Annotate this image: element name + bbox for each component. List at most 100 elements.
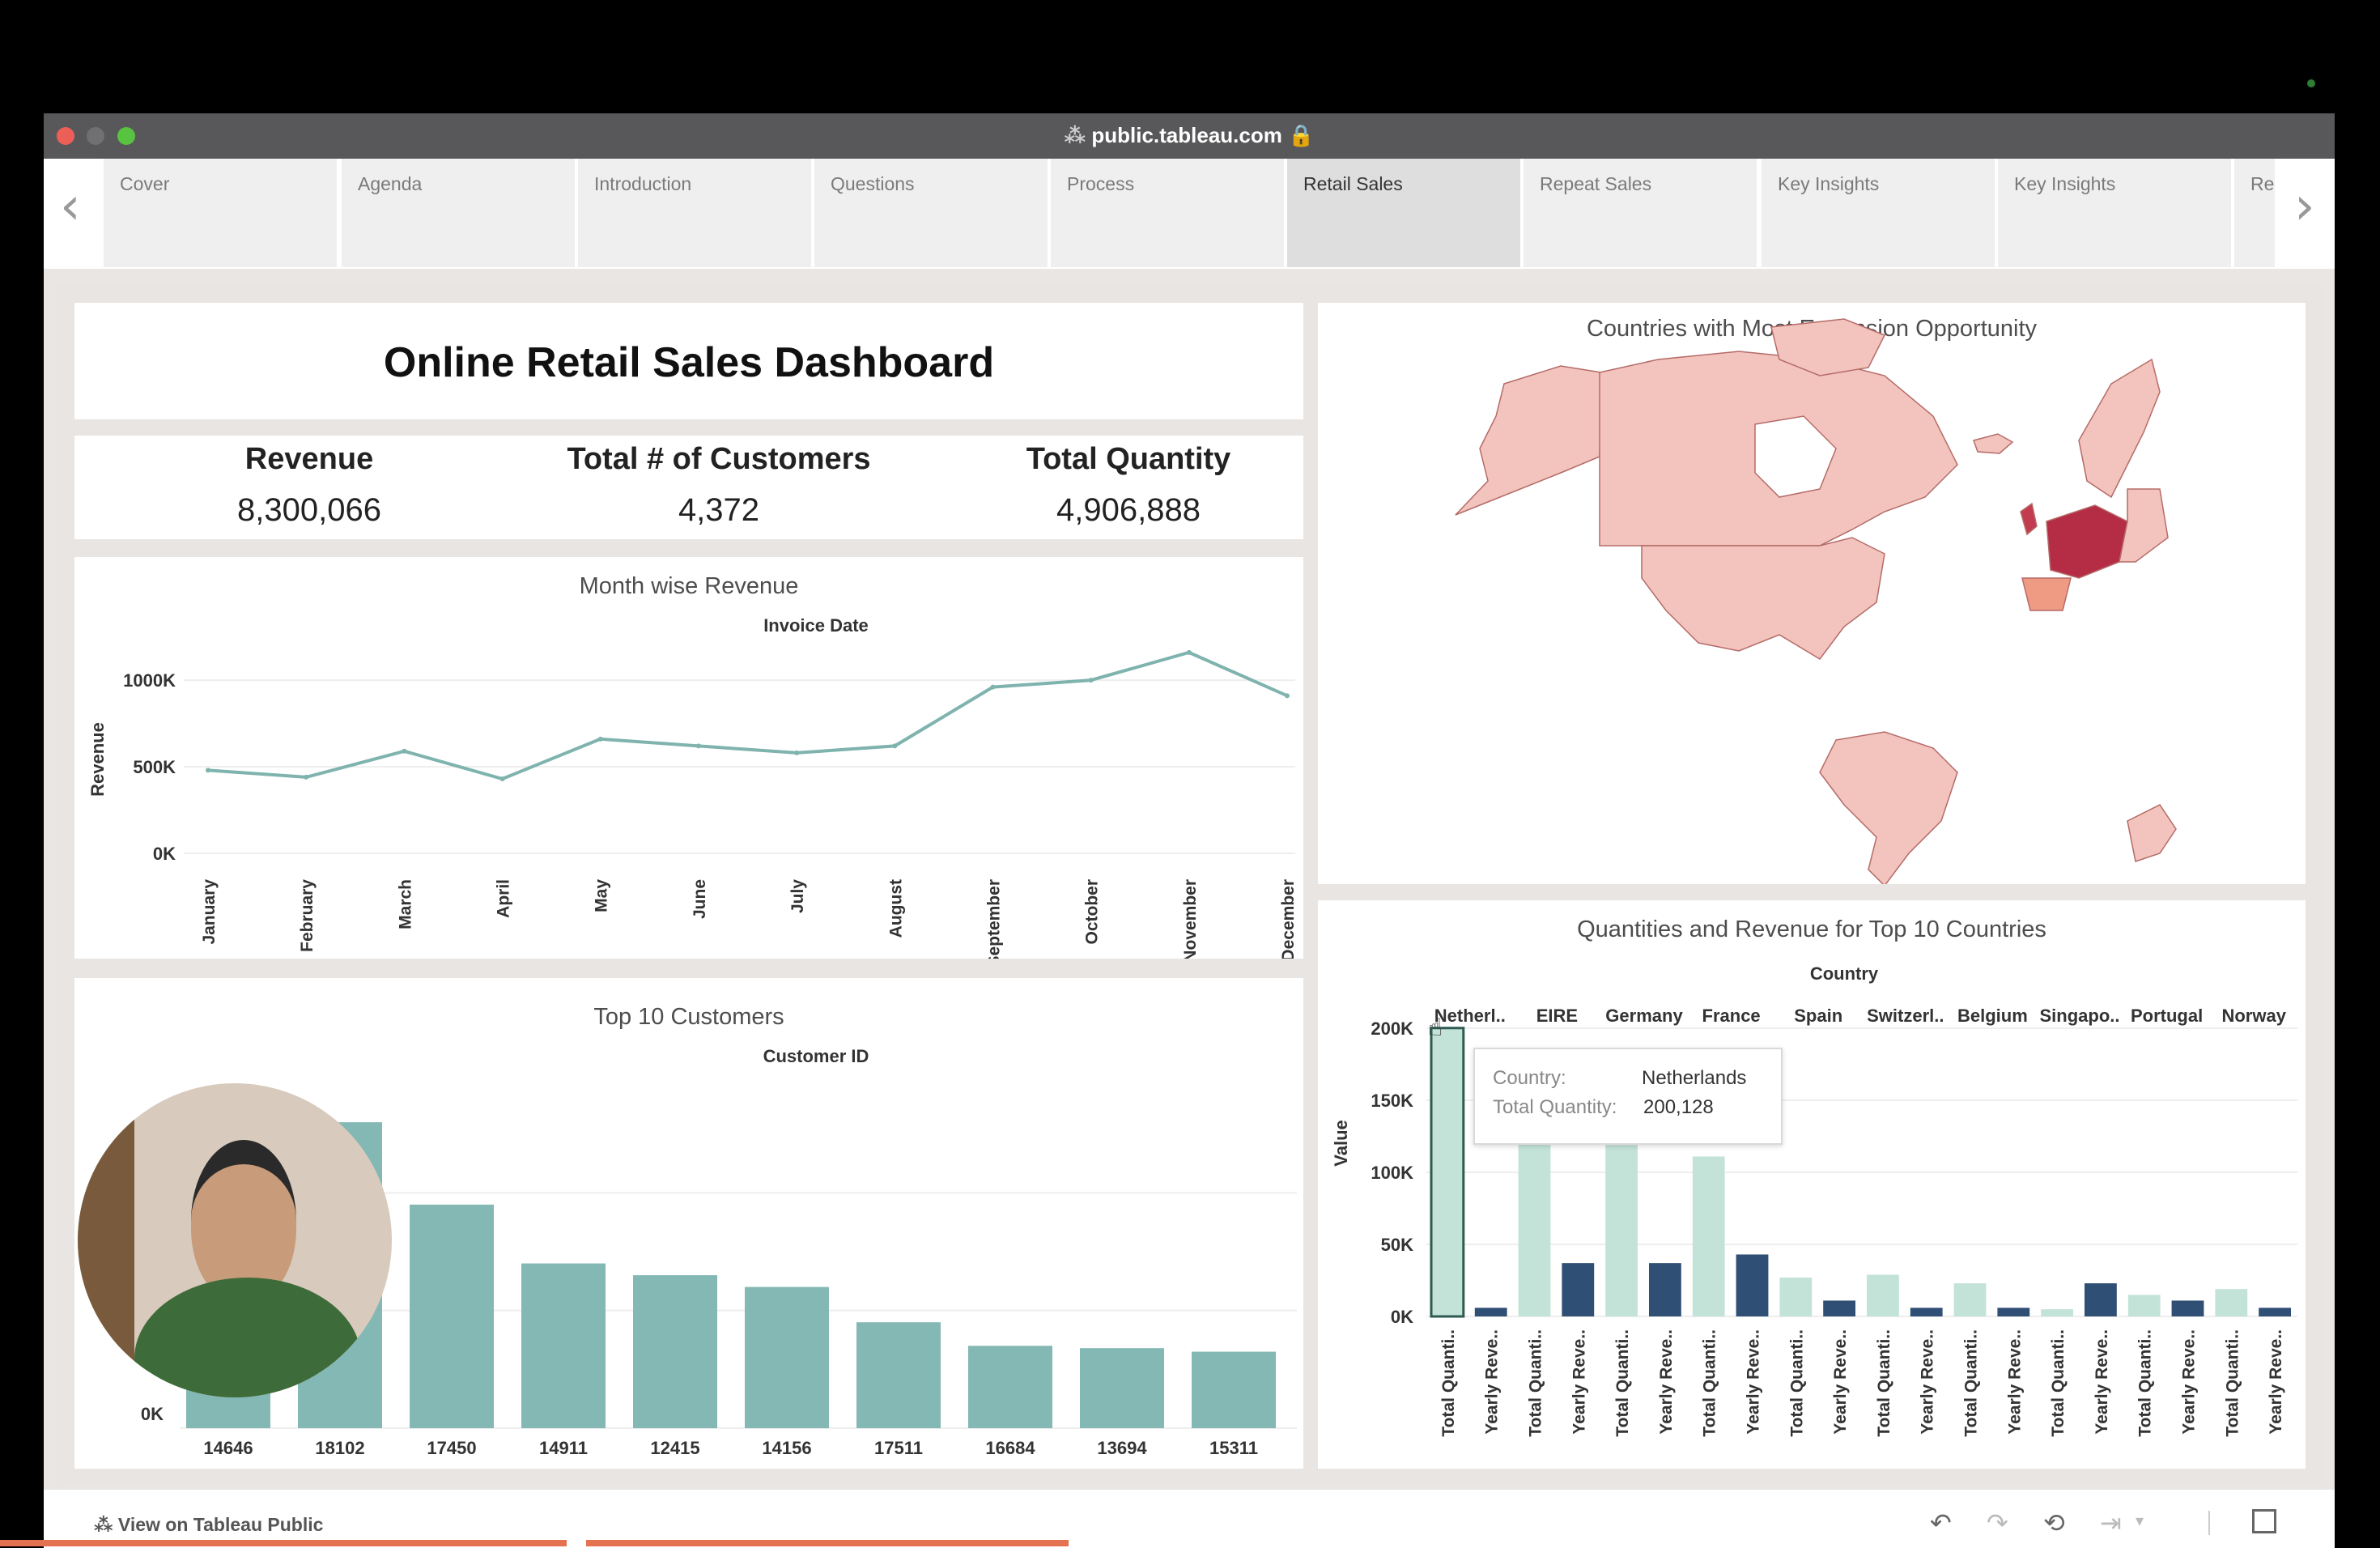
share-icon[interactable]: ⇥ xyxy=(2100,1508,2122,1538)
month-revenue-panel[interactable]: Month wise Revenue Invoice Date 0K 500K 10… xyxy=(74,557,1303,959)
address-bar[interactable]: ⁂ public.tableau.com 🔒 xyxy=(44,123,2335,148)
customer-bar[interactable] xyxy=(521,1263,606,1428)
quantity-bar[interactable] xyxy=(2127,1295,2161,1316)
x-tick-label: March xyxy=(396,879,414,929)
revert-icon[interactable]: ⟲ xyxy=(2043,1508,2065,1538)
measure-label: Yearly Reve.. xyxy=(2267,1329,2285,1435)
webcam-person-shirt xyxy=(134,1278,361,1397)
germany-france-shape xyxy=(2046,504,2128,579)
story-tab[interactable]: Key Insights xyxy=(1762,159,1995,267)
previous-story-arrow-icon[interactable]: ‹ xyxy=(60,176,81,236)
line-point[interactable] xyxy=(597,736,603,742)
customer-bar[interactable] xyxy=(410,1204,494,1428)
story-tab[interactable]: Retail Sales xyxy=(1287,159,1520,267)
story-tab[interactable]: Cover xyxy=(104,159,337,267)
tableau-public-link[interactable]: ⁂ View on Tableau Public xyxy=(94,1514,323,1536)
story-tab[interactable]: Agenda xyxy=(342,159,575,267)
revenue-bar[interactable] xyxy=(1649,1263,1681,1316)
measure-label: Total Quanti.. xyxy=(1527,1329,1545,1437)
x-tick-label: 14911 xyxy=(539,1438,588,1458)
line-point[interactable] xyxy=(304,774,309,780)
story-tab[interactable]: Re xyxy=(2234,159,2275,267)
measure-label: Total Quanti.. xyxy=(1613,1329,1632,1437)
share-dropdown-icon[interactable]: ▾ xyxy=(2136,1511,2144,1530)
line-point[interactable] xyxy=(206,768,210,773)
tooltip: Country: Netherlands Total Quantity: 200… xyxy=(1473,1048,1783,1145)
country-header-label: Switzerl.. xyxy=(1867,1006,1944,1026)
revenue-bar[interactable] xyxy=(1997,1308,2030,1316)
next-story-arrow-icon[interactable]: › xyxy=(2294,176,2315,236)
line-point[interactable] xyxy=(1285,693,1290,699)
tooltip-country-label: Country: xyxy=(1493,1067,1566,1089)
kpi-value: 4,372 xyxy=(678,492,760,528)
quantity-bar[interactable] xyxy=(1779,1277,1813,1316)
customer-bar[interactable] xyxy=(856,1322,941,1428)
quantity-bar[interactable] xyxy=(1867,1274,1899,1316)
revenue-bar[interactable] xyxy=(1910,1308,1943,1316)
revenue-bar[interactable] xyxy=(2259,1308,2291,1316)
x-tick-label: November xyxy=(1181,879,1200,959)
redo-icon[interactable]: ↷ xyxy=(1987,1508,2008,1538)
y-tick-label: 200K xyxy=(1371,1019,1413,1039)
story-tab[interactable]: Process xyxy=(1051,159,1284,267)
customer-bar[interactable] xyxy=(745,1286,829,1428)
x-tick-label: July xyxy=(788,879,807,913)
revenue-bar[interactable] xyxy=(1562,1263,1595,1316)
title-panel: Online Retail Sales Dashboard xyxy=(74,303,1303,419)
story-tab[interactable]: Repeat Sales xyxy=(1524,159,1757,267)
x-tick-label: 14156 xyxy=(762,1438,811,1458)
revenue-bar[interactable] xyxy=(1474,1308,1507,1316)
line-point[interactable] xyxy=(1186,649,1192,655)
line-point[interactable] xyxy=(402,748,407,754)
line-point[interactable] xyxy=(892,743,898,749)
lock-icon: 🔒 xyxy=(1288,124,1315,148)
alaska-shape xyxy=(1455,365,1602,516)
revenue-bar[interactable] xyxy=(1823,1300,1855,1316)
line-point[interactable] xyxy=(794,750,800,755)
revenue-bar[interactable] xyxy=(2171,1300,2204,1316)
line-point[interactable] xyxy=(1088,678,1094,683)
spain-portugal-shape xyxy=(2021,577,2072,611)
story-tab[interactable]: Introduction xyxy=(578,159,811,267)
month-line-chart: 0K 500K 1000K Revenue January February March Ap… xyxy=(87,649,1298,959)
map-panel[interactable]: Countries with Most Expansion Opportunit… xyxy=(1318,303,2306,884)
title-bar: ⁂ public.tableau.com 🔒 xyxy=(44,113,2335,159)
x-tick-label: May xyxy=(593,879,611,912)
customer-bar[interactable] xyxy=(968,1346,1052,1428)
story-tab[interactable]: Questions xyxy=(814,159,1048,267)
fullscreen-icon[interactable] xyxy=(2252,1509,2276,1533)
quantity-bar[interactable] xyxy=(2215,1289,2248,1316)
south-africa-shape xyxy=(2127,804,2177,862)
customer-bar[interactable] xyxy=(633,1275,717,1428)
story-tab[interactable]: Key Insights xyxy=(1998,159,2231,267)
quantity-bar[interactable] xyxy=(1953,1283,1987,1316)
browser-window: ⁂ public.tableau.com 🔒 ‹ Cover Agenda Intr… xyxy=(44,113,2335,1548)
line-point[interactable] xyxy=(695,743,701,749)
y-axis-label: Revenue xyxy=(87,722,108,797)
measure-label: Yearly Reve.. xyxy=(1483,1329,1502,1435)
undo-icon[interactable]: ↶ xyxy=(1930,1508,1952,1538)
revenue-bar[interactable] xyxy=(2085,1283,2117,1316)
kpi-value: 8,300,066 xyxy=(237,492,381,528)
line-point[interactable] xyxy=(990,684,996,690)
scandinavia-shape xyxy=(2078,358,2161,499)
y-tick-label: 100K xyxy=(1371,1163,1413,1183)
line-point[interactable] xyxy=(499,776,505,782)
tableau-logo-icon: ⁂ xyxy=(1064,124,1086,148)
country-header-label: Belgium xyxy=(1957,1006,2028,1026)
measure-label: Yearly Reve.. xyxy=(2005,1329,2024,1435)
revenue-bar[interactable] xyxy=(1736,1254,1769,1316)
y-axis-label: Value xyxy=(1331,1120,1351,1166)
country-header-label: Germany xyxy=(1605,1006,1683,1026)
top-countries-panel[interactable]: Quantities and Revenue for Top 10 Countr… xyxy=(1318,900,2306,1469)
quantity-bar[interactable] xyxy=(1605,1145,1638,1316)
customer-bar[interactable] xyxy=(1080,1348,1164,1428)
quantity-bar[interactable] xyxy=(1430,1027,1465,1318)
y-tick-label: 0K xyxy=(153,844,176,864)
y-tick-label: 50K xyxy=(1381,1235,1413,1255)
measure-label: Yearly Reve.. xyxy=(2093,1329,2111,1435)
customer-bar[interactable] xyxy=(1192,1351,1276,1428)
measure-label: Yearly Reve.. xyxy=(1657,1329,1676,1435)
quantity-bar[interactable] xyxy=(1692,1156,1725,1316)
quantity-bar[interactable] xyxy=(2041,1309,2073,1316)
